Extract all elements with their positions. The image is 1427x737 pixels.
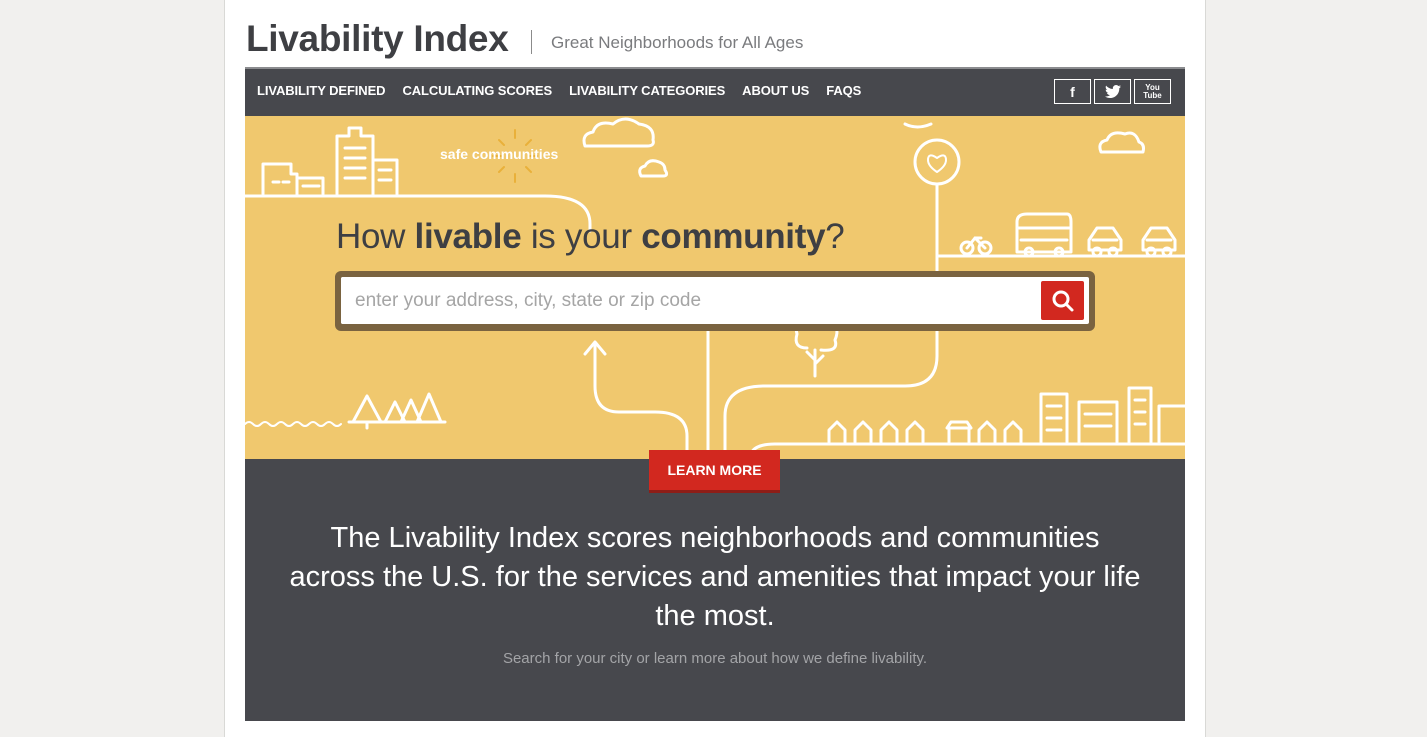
youtube-icon: You Tube xyxy=(1143,83,1162,100)
headline-bold-livable: livable xyxy=(414,217,522,256)
facebook-button[interactable]: f xyxy=(1054,79,1091,104)
title-divider xyxy=(531,30,532,54)
headline-bold-community: community xyxy=(641,217,826,256)
social-links: f You Tube xyxy=(1054,79,1171,104)
illustration-label: safe communities xyxy=(440,146,559,162)
facebook-icon: f xyxy=(1070,83,1075,100)
nav-calculating-scores[interactable]: CALCULATING SCORES xyxy=(402,83,552,98)
intro-section: LEARN MORE The Livability Index scores n… xyxy=(245,450,1185,721)
learn-more-button[interactable]: LEARN MORE xyxy=(649,450,780,490)
intro-blurb: The Livability Index scores neighborhood… xyxy=(289,522,1141,632)
hero-headline: How livable is your community? xyxy=(336,217,845,257)
nav-livability-categories[interactable]: LIVABILITY CATEGORIES xyxy=(569,83,725,98)
youtube-label-bottom: Tube xyxy=(1143,90,1162,100)
hero-banner: safe communities How livable is your com… xyxy=(245,116,1185,459)
nav-about-us[interactable]: ABOUT US xyxy=(742,83,809,98)
nav-faqs[interactable]: FAQS xyxy=(826,83,861,98)
site-tagline: Great Neighborhoods for All Ages xyxy=(551,33,804,52)
search-input[interactable] xyxy=(341,277,1041,324)
headline-text: ? xyxy=(825,217,845,256)
search-form xyxy=(335,271,1095,331)
site-title[interactable]: Livability Index xyxy=(246,18,509,60)
headline-text: is your xyxy=(521,217,642,256)
intro-subtext: Search for your city or learn more about… xyxy=(502,650,928,667)
search-icon xyxy=(1052,290,1073,311)
headline-text: How xyxy=(336,217,415,256)
search-button[interactable] xyxy=(1041,281,1084,320)
nav-livability-defined[interactable]: LIVABILITY DEFINED xyxy=(257,83,386,98)
twitter-button[interactable] xyxy=(1094,79,1131,104)
twitter-icon xyxy=(1104,85,1121,98)
youtube-button[interactable]: You Tube xyxy=(1134,79,1171,104)
main-navigation: LIVABILITY DEFINED CALCULATING SCORES LI… xyxy=(245,67,1185,116)
page-container: Livability Index Great Neighborhoods for… xyxy=(224,0,1206,737)
